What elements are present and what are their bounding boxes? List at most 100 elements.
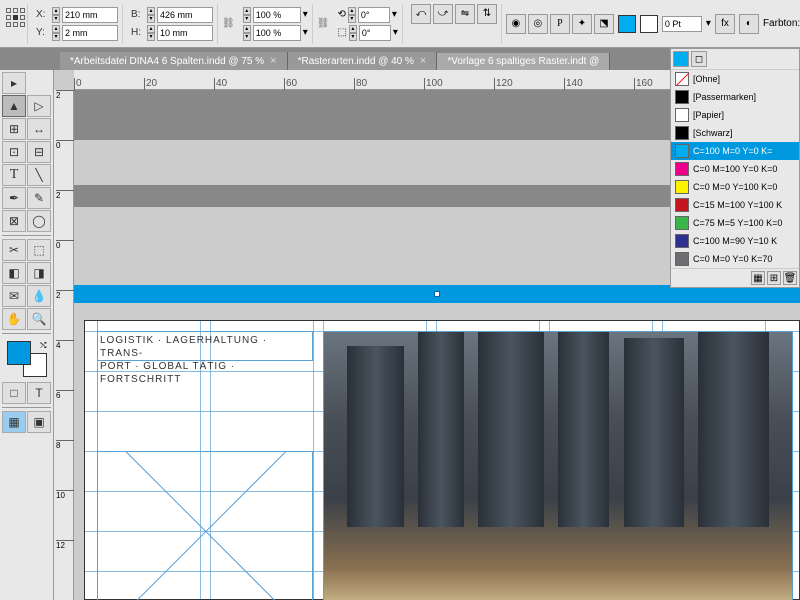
zoom-tool[interactable]: 🔍 xyxy=(27,308,51,330)
swatch-row[interactable]: [Papier] xyxy=(671,106,799,124)
swatch-row[interactable]: C=75 M=5 Y=100 K=0 xyxy=(671,214,799,232)
wrap-icon[interactable]: ✦ xyxy=(572,14,592,34)
swatch-row[interactable]: C=0 M=100 Y=0 K=0 xyxy=(671,160,799,178)
swatch-row[interactable]: C=100 M=0 Y=0 K= xyxy=(671,142,799,160)
page-tool[interactable]: ⊞ xyxy=(2,118,26,140)
stroke-weight-input[interactable] xyxy=(662,16,702,32)
view-mode-preview[interactable]: ▣ xyxy=(27,411,51,433)
y-down[interactable]: ▾ xyxy=(52,33,60,41)
doc-tab[interactable]: *Rasterarten.indd @ 40 %× xyxy=(288,52,438,70)
hand-tool[interactable]: ✋ xyxy=(2,308,26,330)
rotate-cw-icon[interactable]: ⤻ xyxy=(433,4,453,24)
w-input[interactable] xyxy=(157,7,213,23)
close-icon[interactable]: × xyxy=(420,55,426,67)
h-down[interactable]: ▾ xyxy=(147,33,155,41)
direct-selection-tool[interactable]: ▷ xyxy=(27,95,51,117)
swatch-color-chip xyxy=(675,234,689,248)
rectangle-frame-tool[interactable]: ⊠ xyxy=(2,210,26,232)
x-down[interactable]: ▾ xyxy=(52,15,60,23)
link-wh-icon[interactable]: ⛓ xyxy=(222,8,235,40)
note-tool[interactable]: ✉ xyxy=(2,285,26,307)
w-up[interactable]: ▴ xyxy=(147,7,155,15)
fill-swatch[interactable] xyxy=(7,341,31,365)
delete-swatch-icon[interactable]: 🗑 xyxy=(783,271,797,285)
sy-down[interactable]: ▾ xyxy=(243,33,251,41)
swatch-row[interactable]: C=0 M=0 Y=0 K=70 xyxy=(671,250,799,268)
dropdown-icon[interactable]: ▾ xyxy=(303,9,308,20)
pencil-tool[interactable]: ✎ xyxy=(27,187,51,209)
h-input[interactable] xyxy=(157,25,213,41)
swap-icon[interactable]: ⤭ xyxy=(40,341,46,351)
x-up[interactable]: ▴ xyxy=(52,7,60,15)
fill-toggle-icon[interactable] xyxy=(673,51,689,67)
swatch-row[interactable]: [Passermarken] xyxy=(671,88,799,106)
fx-icon[interactable]: fx xyxy=(715,14,735,34)
opacity-icon[interactable]: ◐ xyxy=(739,14,759,34)
y-up[interactable]: ▴ xyxy=(52,25,60,33)
show-color-swatches-icon[interactable]: ▦ xyxy=(751,271,765,285)
swatch-name: C=0 M=0 Y=100 K=0 xyxy=(693,182,795,192)
scale-y-input[interactable] xyxy=(253,25,301,41)
image-frame[interactable] xyxy=(323,331,793,600)
y-label: Y: xyxy=(36,27,50,38)
fill-color-chip[interactable] xyxy=(618,15,636,33)
scale-x-input[interactable] xyxy=(253,7,301,23)
selection-tool[interactable]: ▲ xyxy=(2,95,26,117)
x-input[interactable] xyxy=(62,7,118,23)
menu-icon[interactable]: ▸ xyxy=(2,72,26,94)
sx-up[interactable]: ▴ xyxy=(243,7,251,15)
apply-text-icon[interactable]: T xyxy=(27,382,51,404)
rotate-ccw-icon[interactable]: ⤺ xyxy=(411,4,431,24)
swatch-name: C=0 M=0 Y=0 K=70 xyxy=(693,254,795,264)
close-icon[interactable]: × xyxy=(270,55,276,67)
h-label: H: xyxy=(131,27,145,38)
ellipse-tool[interactable]: ◯ xyxy=(27,210,51,232)
new-swatch-icon[interactable]: ⊞ xyxy=(767,271,781,285)
dropdown-icon[interactable]: ▾ xyxy=(303,27,308,38)
stroke-color-chip[interactable] xyxy=(640,15,658,33)
stroke-toggle-icon[interactable]: ◻ xyxy=(691,51,707,67)
gradient-feather-tool[interactable]: ◨ xyxy=(27,262,51,284)
text-frame[interactable]: LOGISTIK · LAGERHALTUNG · TRANS- PORT · … xyxy=(97,331,313,361)
doc-tab[interactable]: *Vorlage 6 spaltiges Raster.indt @ xyxy=(437,53,610,70)
swatch-row[interactable]: [Ohne] xyxy=(671,70,799,88)
select-content-icon[interactable]: ◎ xyxy=(528,14,548,34)
w-label: B: xyxy=(131,9,145,20)
sx-down[interactable]: ▾ xyxy=(243,15,251,23)
link-scale-icon[interactable]: ⛓ xyxy=(317,8,330,40)
swatch-row[interactable]: [Schwarz] xyxy=(671,124,799,142)
swatch-row[interactable]: C=100 M=90 Y=10 K xyxy=(671,232,799,250)
flip-h-icon[interactable]: ⇋ xyxy=(455,4,475,24)
pen-tool[interactable]: ✒ xyxy=(2,187,26,209)
gap-tool[interactable]: ↔ xyxy=(27,118,51,140)
content-placer-tool[interactable]: ⊟ xyxy=(27,141,51,163)
corner-icon[interactable]: ⬔ xyxy=(594,14,614,34)
free-transform-tool[interactable]: ⬚ xyxy=(27,239,51,261)
swatch-row[interactable]: C=15 M=100 Y=100 K xyxy=(671,196,799,214)
y-input[interactable] xyxy=(62,25,118,41)
content-collector-tool[interactable]: ⊡ xyxy=(2,141,26,163)
apply-container-icon[interactable]: □ xyxy=(2,382,26,404)
eyedropper-tool[interactable]: 💧 xyxy=(27,285,51,307)
scissors-tool[interactable]: ✂ xyxy=(2,239,26,261)
fill-stroke-control[interactable]: ⤭ xyxy=(7,341,47,377)
paragraph-icon[interactable]: P xyxy=(550,14,570,34)
gradient-swatch-tool[interactable]: ◧ xyxy=(2,262,26,284)
sy-up[interactable]: ▴ xyxy=(243,25,251,33)
ruler-vertical[interactable]: 202024681012 xyxy=(54,90,74,600)
empty-frame[interactable] xyxy=(97,451,313,600)
ref-point-picker[interactable] xyxy=(4,4,28,44)
type-tool[interactable]: T xyxy=(2,164,26,186)
select-container-icon[interactable]: ◉ xyxy=(506,14,526,34)
view-mode-normal[interactable]: ▦ xyxy=(2,411,26,433)
swatch-name: C=75 M=5 Y=100 K=0 xyxy=(693,218,795,228)
rotate-input[interactable] xyxy=(358,7,390,23)
toolbar: ▸ ▲▷ ⊞↔ ⊡⊟ T╲ ✒✎ ⊠◯ ✂⬚ ◧◨ ✉💧 ✋🔍 ⤭ □T ▦▣ xyxy=(0,70,54,600)
line-tool[interactable]: ╲ xyxy=(27,164,51,186)
h-up[interactable]: ▴ xyxy=(147,25,155,33)
w-down[interactable]: ▾ xyxy=(147,15,155,23)
shear-input[interactable] xyxy=(359,25,391,41)
doc-tab[interactable]: *Arbeitsdatei DINA4 6 Spalten.indd @ 75 … xyxy=(60,52,288,70)
swatch-row[interactable]: C=0 M=0 Y=100 K=0 xyxy=(671,178,799,196)
flip-v-icon[interactable]: ⇅ xyxy=(477,4,497,24)
